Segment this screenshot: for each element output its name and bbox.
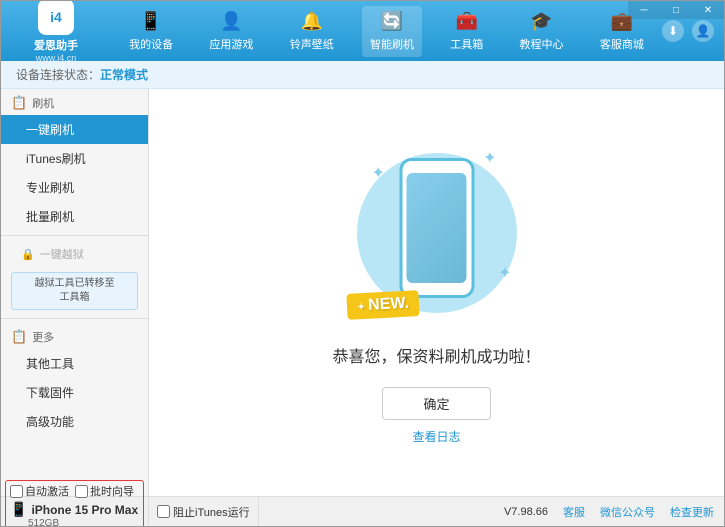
sidebar-item-one-key-flash[interactable]: 一键刷机 bbox=[1, 115, 148, 144]
success-illustration: ✦ ✦ ✦ NEW. bbox=[357, 143, 517, 323]
sidebar-item-other-tools[interactable]: 其他工具 bbox=[1, 349, 148, 378]
device-name: iPhone 15 Pro Max bbox=[31, 503, 138, 517]
sparkle-1: ✦ bbox=[372, 163, 385, 183]
ringtones-icon: 🔔 bbox=[300, 11, 322, 32]
sparkle-2: ✦ bbox=[483, 148, 496, 168]
sidebar-divider-2 bbox=[1, 318, 148, 319]
sparkle-3: ✦ bbox=[498, 263, 511, 283]
sidebar-item-advanced[interactable]: 高级功能 bbox=[1, 407, 148, 436]
stop-itunes-checkbox[interactable] bbox=[157, 505, 170, 518]
device-phone-icon: 📱 bbox=[10, 501, 27, 518]
view-log-link[interactable]: 查看日志 bbox=[412, 428, 460, 445]
auto-activate-label[interactable]: 自动激活 bbox=[10, 483, 69, 499]
my-device-icon: 📱 bbox=[140, 11, 162, 32]
customer-service-link[interactable]: 客服 bbox=[563, 504, 585, 520]
nav-smart-flash[interactable]: 🔄 智能刷机 bbox=[362, 6, 422, 57]
maximize-button[interactable]: □ bbox=[660, 1, 692, 19]
flash-section-icon: 📋 bbox=[11, 95, 27, 111]
sidebar-flash-header: 📋 刷机 bbox=[1, 89, 148, 115]
header-controls: ⬇ 👤 bbox=[662, 20, 724, 42]
tutorial-icon: 🎓 bbox=[530, 11, 552, 32]
app-logo: i4 爱思助手 www.i4.cn bbox=[1, 0, 111, 63]
minimize-button[interactable]: ─ bbox=[628, 1, 660, 19]
auto-activate-checkbox[interactable] bbox=[10, 485, 23, 498]
more-section-icon: 📋 bbox=[11, 329, 27, 345]
app-url: www.i4.cn bbox=[36, 53, 77, 63]
apps-icon: 👤 bbox=[220, 11, 242, 32]
device-section: 自动激活 批时向导 📱 iPhone 15 Pro Max 512GB iPho… bbox=[1, 497, 149, 526]
sub-header: 设备连接状态： 正常模式 bbox=[1, 61, 724, 89]
user-btn[interactable]: 👤 bbox=[692, 20, 714, 42]
sidebar-item-batch-flash[interactable]: 批量刷机 bbox=[1, 202, 148, 231]
main-content: ✦ ✦ ✦ NEW. 恭喜您，保资料刷机成功啦！ 确定 查看日志 bbox=[149, 89, 724, 498]
sidebar-disabled-jailbreak: 🔒 一键越狱 bbox=[1, 240, 148, 268]
window-controls: ─ □ ✕ bbox=[628, 1, 724, 19]
download-btn[interactable]: ⬇ bbox=[662, 20, 684, 42]
lock-icon: 🔒 bbox=[21, 248, 35, 261]
check-update-link[interactable]: 检查更新 bbox=[670, 504, 714, 520]
nav-tutorial[interactable]: 🎓 教程中心 bbox=[512, 6, 572, 57]
device-box: 自动激活 批时向导 📱 iPhone 15 Pro Max 512GB iPho… bbox=[5, 480, 144, 527]
success-message: 恭喜您，保资料刷机成功啦！ bbox=[332, 343, 540, 367]
bottom-spacer bbox=[259, 497, 494, 526]
phone-graphic: ✦ ✦ ✦ NEW. bbox=[357, 143, 517, 323]
bottom-bar: 自动激活 批时向导 📱 iPhone 15 Pro Max 512GB iPho… bbox=[1, 496, 724, 526]
version-label: V7.98.66 bbox=[504, 506, 548, 518]
stop-itunes-section: 阻止iTunes运行 bbox=[149, 497, 259, 526]
confirm-button[interactable]: 确定 bbox=[382, 387, 490, 420]
sidebar-item-pro-flash[interactable]: 专业刷机 bbox=[1, 173, 148, 202]
nav-toolbox[interactable]: 🧰 工具箱 bbox=[442, 6, 491, 57]
guide-import-label[interactable]: 批时向导 bbox=[75, 483, 134, 499]
sidebar-divider-1 bbox=[1, 235, 148, 236]
logo-icon: i4 bbox=[38, 0, 74, 35]
phone-body bbox=[399, 158, 474, 298]
bottom-right: V7.98.66 客服 微信公众号 检查更新 bbox=[494, 497, 724, 526]
phone-screen bbox=[407, 173, 467, 283]
sidebar-item-itunes-flash[interactable]: iTunes刷机 bbox=[1, 144, 148, 173]
guide-import-checkbox[interactable] bbox=[75, 485, 88, 498]
wechat-link[interactable]: 微信公众号 bbox=[600, 504, 655, 520]
device-info-row: 📱 iPhone 15 Pro Max bbox=[10, 501, 139, 518]
sidebar-item-download-firmware[interactable]: 下载固件 bbox=[1, 378, 148, 407]
device-options-row: 自动激活 批时向导 bbox=[10, 483, 139, 499]
status-mode: 正常模式 bbox=[100, 66, 148, 83]
app-name: 爱思助手 bbox=[34, 37, 78, 53]
nav-apps-games[interactable]: 👤 应用游戏 bbox=[201, 6, 261, 57]
status-prefix: 设备连接状态： bbox=[16, 66, 100, 83]
sidebar-more-header: 📋 更多 bbox=[1, 323, 148, 349]
toolbox-icon: 🧰 bbox=[456, 11, 478, 32]
stop-itunes-label[interactable]: 阻止iTunes运行 bbox=[157, 504, 250, 520]
close-button[interactable]: ✕ bbox=[692, 1, 724, 19]
sidebar: 📋 刷机 一键刷机 iTunes刷机 专业刷机 批量刷机 🔒 一键越狱 越狱工具… bbox=[1, 89, 149, 498]
device-storage: 512GB bbox=[10, 518, 139, 527]
nav-my-device[interactable]: 📱 我的设备 bbox=[121, 6, 181, 57]
nav-ringtones[interactable]: 🔔 铃声壁纸 bbox=[282, 6, 342, 57]
sidebar-notice: 越狱工具已转移至工具箱 bbox=[11, 272, 138, 310]
new-badge: NEW. bbox=[346, 290, 419, 320]
main-nav: 📱 我的设备 👤 应用游戏 🔔 铃声壁纸 🔄 智能刷机 🧰 工具箱 🎓 bbox=[111, 6, 662, 57]
smart-flash-icon: 🔄 bbox=[381, 11, 403, 32]
